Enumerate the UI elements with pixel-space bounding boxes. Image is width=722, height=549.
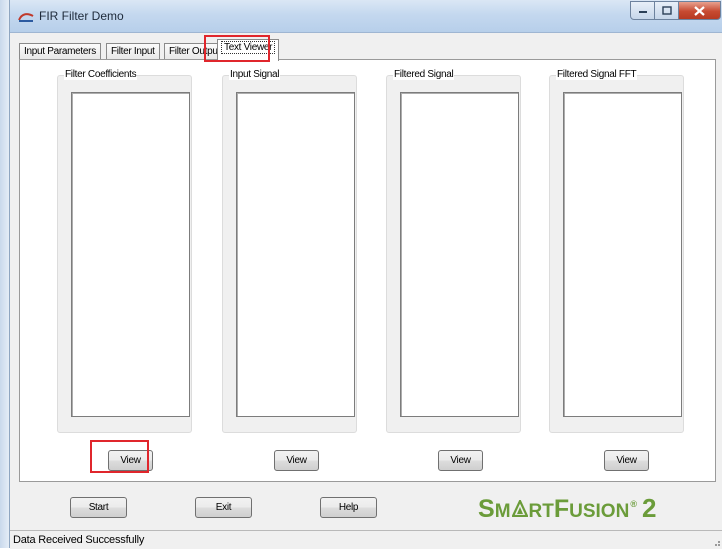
text-viewer-panel: Filter Coefficients Input Signal Filtere… — [19, 59, 716, 482]
window-title: FIR Filter Demo — [39, 9, 124, 23]
start-button[interactable]: Start — [70, 497, 127, 518]
filter-coefficients-textbox[interactable] — [71, 92, 190, 417]
filtered-signal-fft-group: Filtered Signal FFT — [549, 69, 684, 433]
filtered-signal-fft-textbox[interactable] — [563, 92, 682, 417]
exit-button[interactable]: Exit — [195, 497, 252, 518]
group-label: Input Signal — [229, 69, 281, 80]
view-input-signal-button[interactable]: View — [274, 450, 319, 471]
group-label: Filtered Signal — [393, 69, 455, 80]
resize-grip-icon[interactable] — [711, 537, 721, 547]
logo-a-icon — [511, 500, 528, 517]
highlight-box-view-button — [90, 440, 149, 473]
minimize-button[interactable] — [630, 1, 655, 20]
logo-text: M — [494, 501, 511, 522]
view-filtered-signal-button[interactable]: View — [438, 450, 483, 471]
input-signal-textbox[interactable] — [236, 92, 355, 417]
highlight-box-text-viewer-tab — [204, 35, 270, 62]
app-icon — [18, 13, 34, 22]
group-label: Filter Coefficients — [64, 69, 138, 80]
logo-text: USION — [569, 501, 630, 522]
title-bar[interactable]: FIR Filter Demo — [10, 0, 722, 33]
tab-label: Filter Input — [111, 46, 155, 57]
tab-filter-input[interactable]: Filter Input — [106, 43, 160, 60]
status-bar: Data Received Successfully — [10, 530, 722, 549]
tab-input-parameters[interactable]: Input Parameters — [19, 43, 101, 60]
logo-text: F — [553, 495, 570, 523]
group-label: Filtered Signal FFT — [556, 69, 638, 80]
filtered-signal-textbox[interactable] — [400, 92, 519, 417]
help-button[interactable]: Help — [320, 497, 377, 518]
desktop-background — [0, 0, 9, 548]
filtered-signal-group: Filtered Signal — [386, 69, 521, 433]
close-button[interactable] — [678, 1, 721, 20]
minimize-icon — [638, 10, 647, 13]
close-icon — [694, 5, 705, 16]
maximize-icon — [661, 6, 672, 15]
maximize-button[interactable] — [654, 1, 679, 20]
status-text: Data Received Successfully — [13, 534, 145, 546]
smartfusion2-logo: S M RT F USION ® 2 — [478, 493, 656, 523]
logo-text: 2 — [641, 493, 657, 523]
input-signal-group: Input Signal — [222, 69, 357, 433]
tab-label: Input Parameters — [24, 46, 96, 57]
logo-text: ® — [630, 499, 637, 509]
logo-text: S — [478, 495, 495, 523]
view-filtered-signal-fft-button[interactable]: View — [604, 450, 649, 471]
filter-coefficients-group: Filter Coefficients — [57, 69, 192, 433]
logo-text: RT — [528, 501, 554, 522]
